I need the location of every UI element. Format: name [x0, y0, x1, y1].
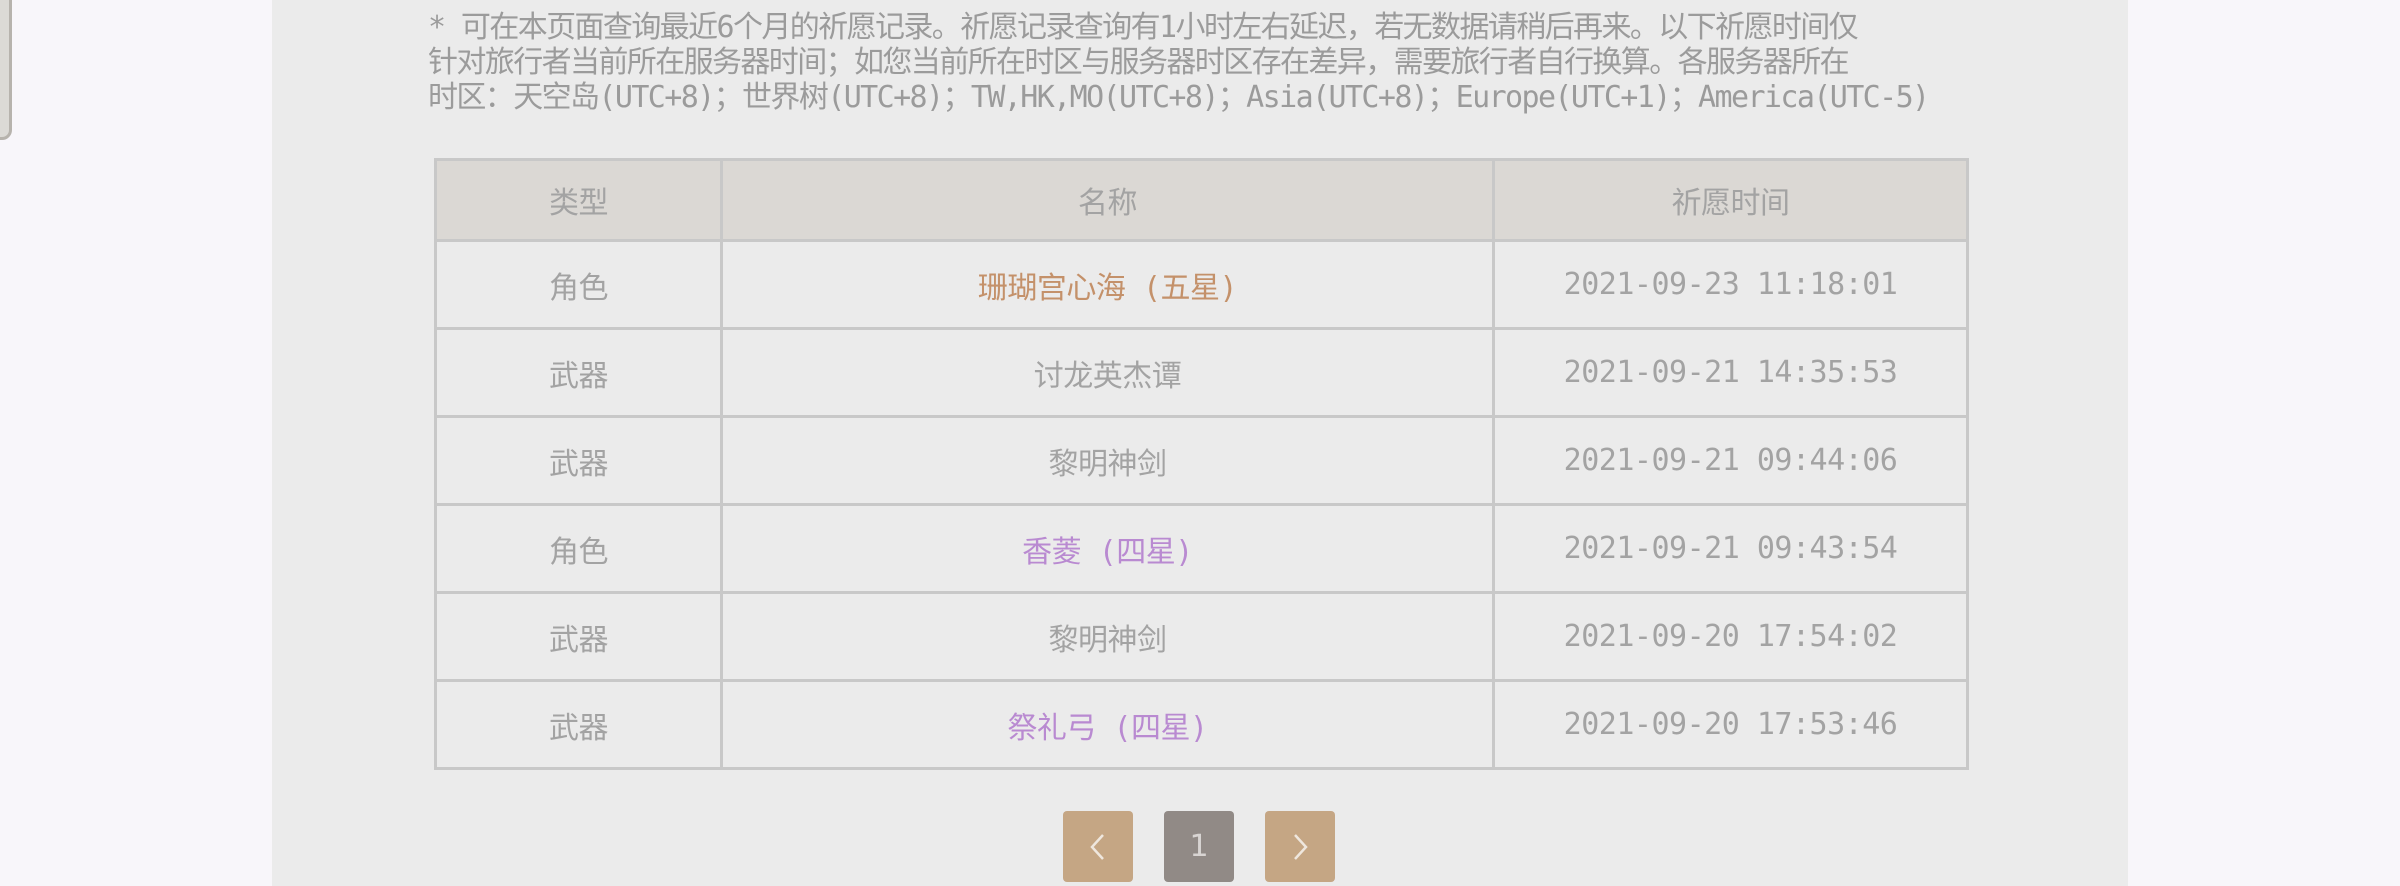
cell-wish-time: 2021-09-21 09:44:06	[1492, 415, 1969, 506]
table-row: 武器 祭礼弓 (四星) 2021-09-20 17:53:46	[434, 679, 1969, 770]
query-notice: * 可在本页面查询最近6个月的祈愿记录。祈愿记录查询有1小时左右延迟，若无数据请…	[428, 10, 1968, 115]
cell-type: 武器	[434, 591, 723, 682]
wish-history-panel: * 可在本页面查询最近6个月的祈愿记录。祈愿记录查询有1小时左右延迟，若无数据请…	[272, 0, 2128, 886]
chevron-left-icon	[1090, 833, 1104, 860]
table-row: 角色 珊瑚宫心海 (五星) 2021-09-23 11:18:01	[434, 239, 1969, 330]
table-header-row: 类型 名称 祈愿时间	[434, 158, 1969, 242]
cell-wish-time: 2021-09-20 17:54:02	[1492, 591, 1969, 682]
cell-type: 角色	[434, 503, 723, 594]
cell-item-name: 珊瑚宫心海 (五星)	[720, 239, 1495, 330]
cell-wish-time: 2021-09-21 14:35:53	[1492, 327, 1969, 418]
notice-line-2: 针对旅行者当前所在服务器时间；如您当前所在时区与服务器时区存在差异，需要旅行者自…	[428, 45, 1850, 80]
table-row: 武器 黎明神剑 2021-09-21 09:44:06	[434, 415, 1969, 506]
cell-type: 武器	[434, 327, 723, 418]
table-row: 角色 香菱 (四星) 2021-09-21 09:43:54	[434, 503, 1969, 594]
table-row: 武器 黎明神剑 2021-09-20 17:54:02	[434, 591, 1969, 682]
table-row: 武器 讨龙英杰谭 2021-09-21 14:35:53	[434, 327, 1969, 418]
notice-line-1: * 可在本页面查询最近6个月的祈愿记录。祈愿记录查询有1小时左右延迟，若无数据请…	[428, 10, 1859, 45]
cell-type: 武器	[434, 679, 723, 770]
cell-item-name: 祭礼弓 (四星)	[720, 679, 1495, 770]
cell-type: 武器	[434, 415, 723, 506]
header-time: 祈愿时间	[1492, 158, 1969, 242]
next-page-button[interactable]	[1265, 811, 1335, 882]
cell-item-name: 讨龙英杰谭	[720, 327, 1495, 418]
prev-page-button[interactable]	[1063, 811, 1133, 882]
chevron-right-icon	[1294, 833, 1308, 860]
cell-wish-time: 2021-09-21 09:43:54	[1492, 503, 1969, 594]
pagination: 1	[1063, 811, 1335, 882]
header-name: 名称	[720, 158, 1495, 242]
cell-item-name: 黎明神剑	[720, 415, 1495, 506]
page-number-button[interactable]: 1	[1164, 811, 1234, 882]
cell-wish-time: 2021-09-20 17:53:46	[1492, 679, 1969, 770]
notice-line-3: 时区：天空岛(UTC+8)；世界树(UTC+8)；TW,HK,MO(UTC+8)…	[428, 80, 1930, 115]
side-drawer-tab[interactable]	[0, 0, 12, 140]
cell-item-name: 香菱 (四星)	[720, 503, 1495, 594]
wish-records-table: 类型 名称 祈愿时间 角色 珊瑚宫心海 (五星) 2021-09-23 11:1…	[434, 158, 1969, 770]
cell-wish-time: 2021-09-23 11:18:01	[1492, 239, 1969, 330]
cell-item-name: 黎明神剑	[720, 591, 1495, 682]
header-type: 类型	[434, 158, 723, 242]
cell-type: 角色	[434, 239, 723, 330]
